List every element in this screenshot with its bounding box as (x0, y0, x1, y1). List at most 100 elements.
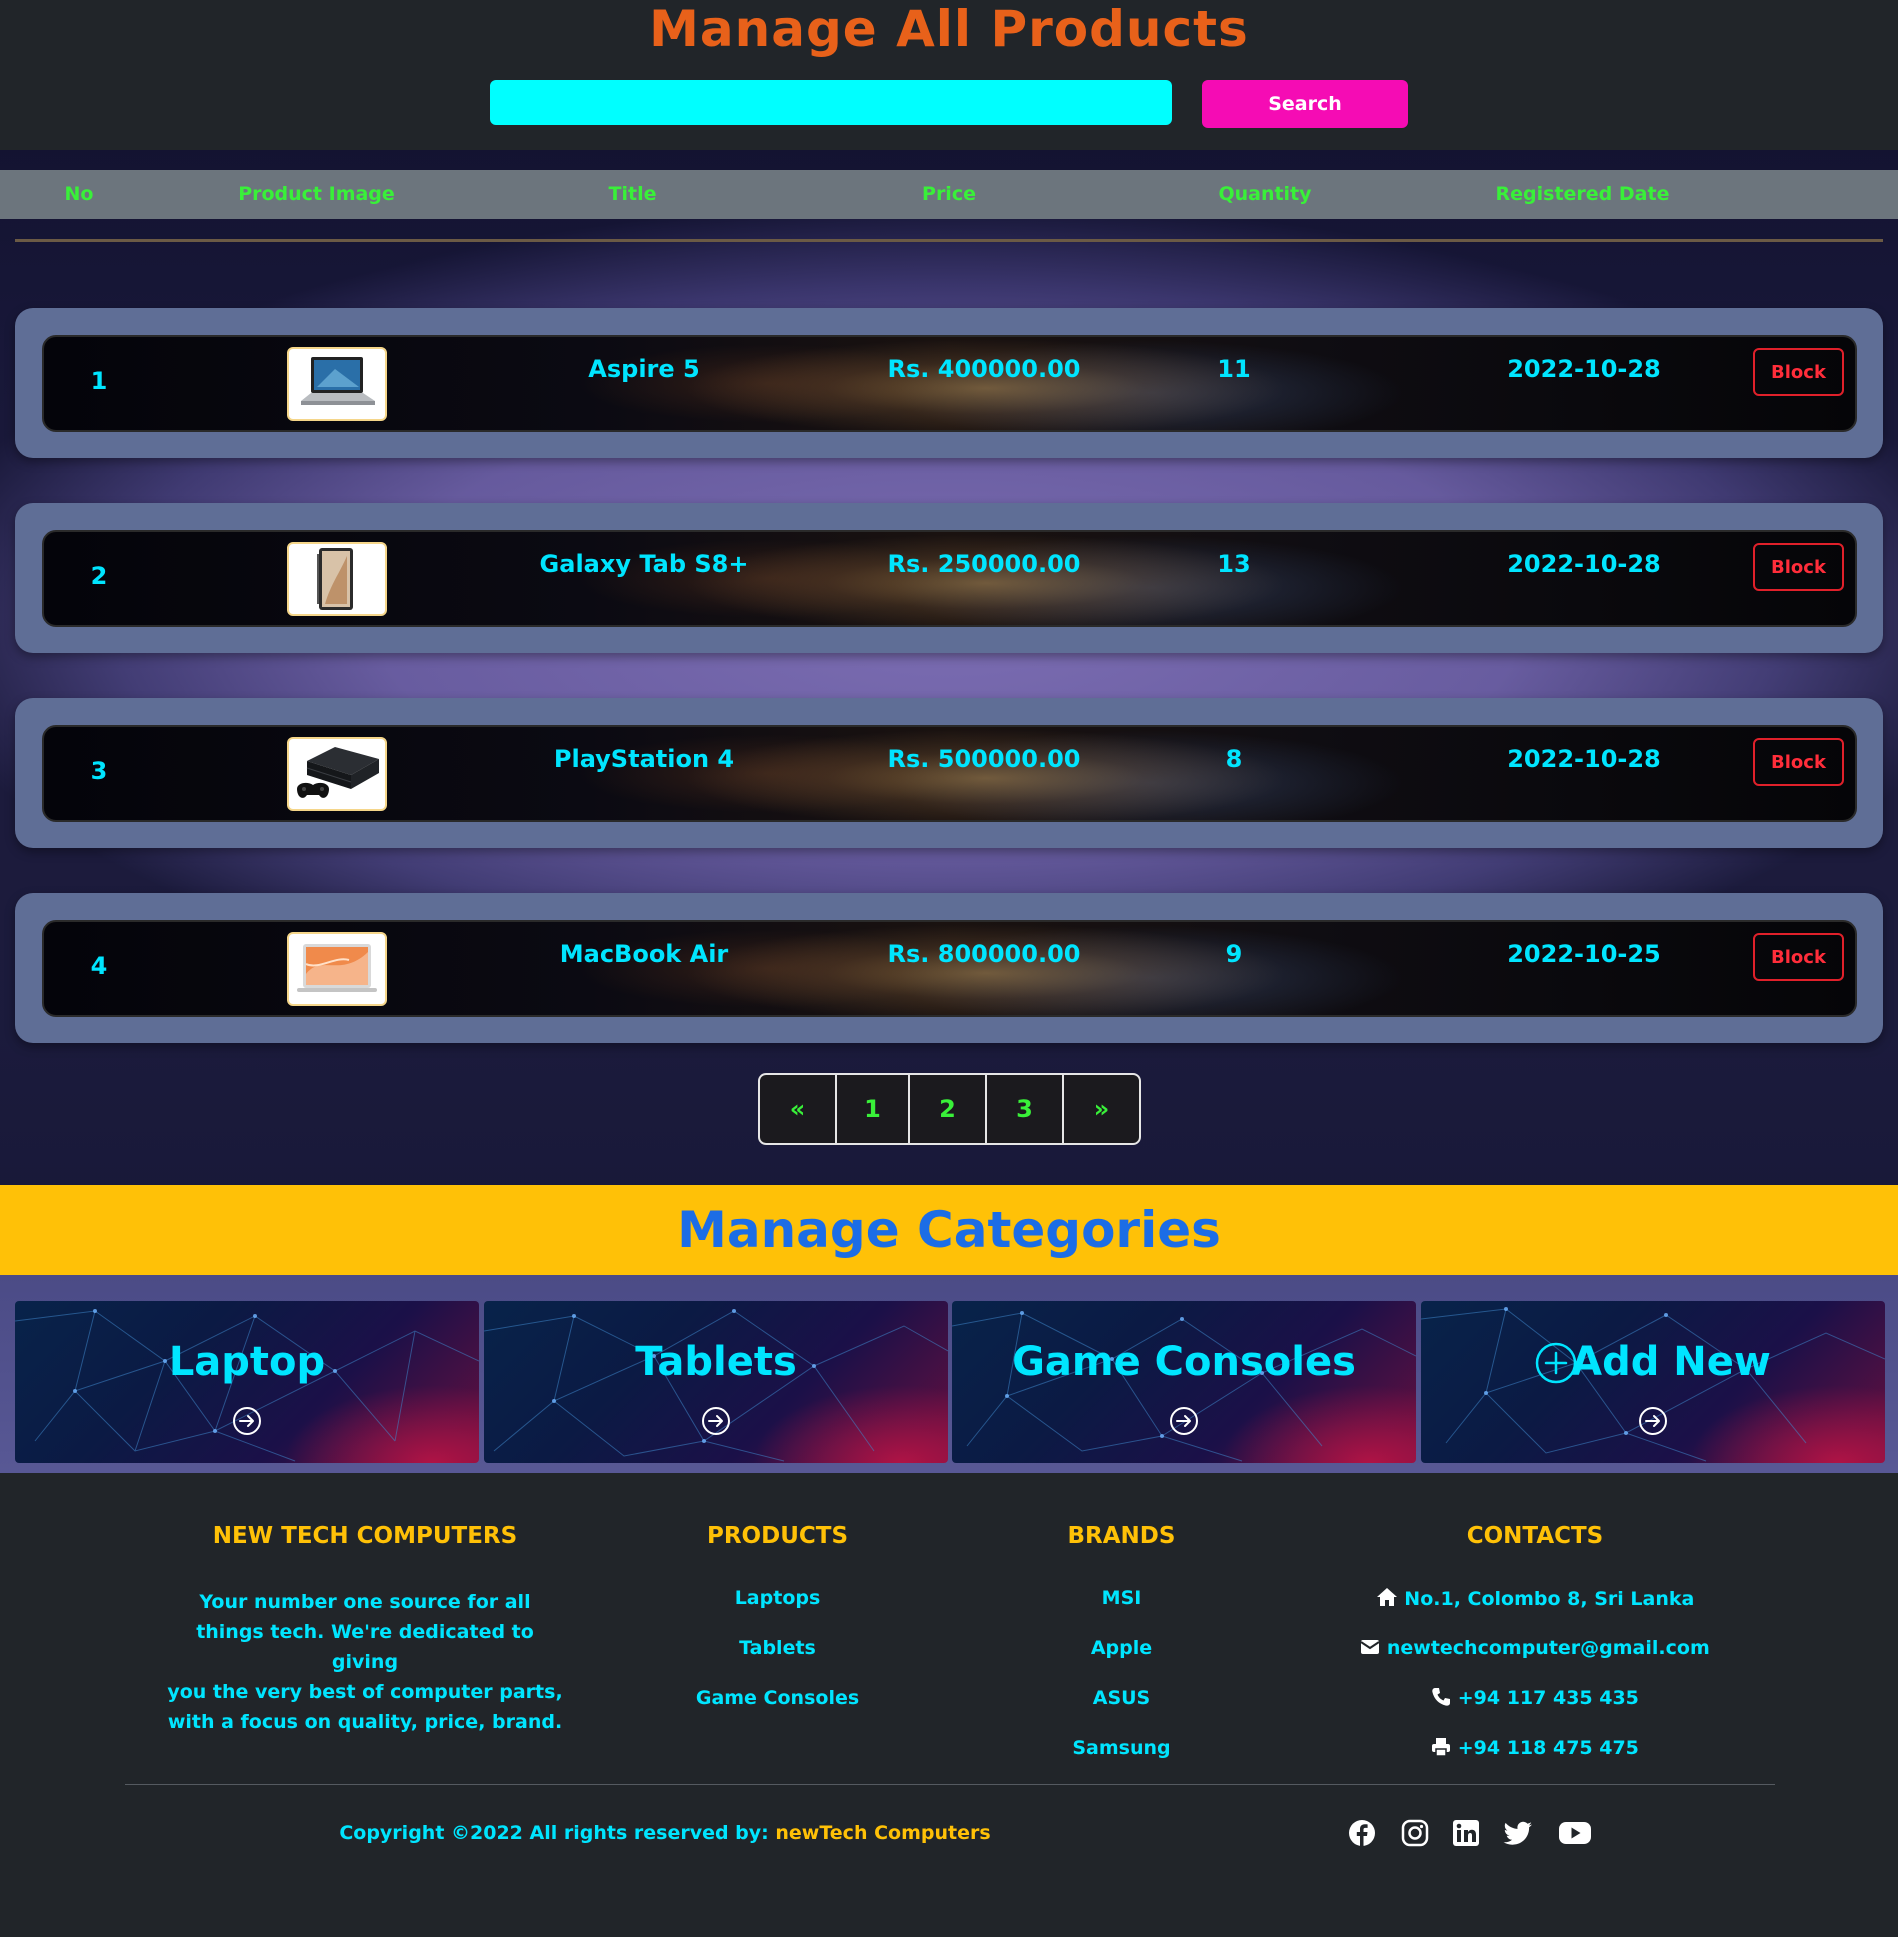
footer-link-msi[interactable]: MSI (1000, 1587, 1243, 1609)
registered-date: 2022-10-28 (1507, 550, 1661, 578)
copyright-text: Copyright ©2022 All rights reserved by: (339, 1822, 776, 1844)
facebook-icon[interactable] (1348, 1819, 1376, 1847)
footer-link-laptops[interactable]: Laptops (640, 1587, 915, 1609)
column-header-no: No (64, 183, 94, 205)
categories-title: Manage Categories (677, 1201, 1221, 1259)
description-line: you the very best of computer parts, (167, 1681, 563, 1703)
game-console-image (287, 737, 387, 811)
column-header-title: Title (608, 183, 657, 205)
product-quantity: 9 (1225, 940, 1243, 968)
block-button[interactable]: Block (1753, 738, 1844, 786)
header-divider (15, 239, 1883, 242)
page-link-1[interactable]: 1 (837, 1075, 910, 1143)
category-card-add-new[interactable]: Add New (1421, 1301, 1885, 1463)
copyright-brand[interactable]: newTech Computers (775, 1822, 990, 1844)
arrow-right-circle-icon (1170, 1407, 1198, 1435)
row-card: 2 Galaxy Tab S8+ Rs. 250000.00 13 2022-1… (42, 530, 1857, 627)
row-card: 1 Aspire 5 Rs. 400000.00 11 2022-10-28 B… (42, 335, 1857, 432)
printer-icon (1432, 1738, 1451, 1757)
contact-phone[interactable]: +94 117 435 435 (1335, 1687, 1735, 1709)
row-card: 4 MacBook Air Rs. 800000.00 9 2022-10-25… (42, 920, 1857, 1017)
row-card: 3 PlayStation 4 Rs. 500000.00 8 2022-10-… (42, 725, 1857, 822)
description-line: with a focus on quality, price, brand. (167, 1711, 563, 1733)
column-header-quantity: Quantity (1218, 183, 1312, 205)
footer-heading-brands: BRANDS (1067, 1523, 1176, 1549)
contact-phone-text: +94 117 435 435 (1457, 1687, 1639, 1709)
footer-link-asus[interactable]: ASUS (1000, 1687, 1243, 1709)
footer-link-game-consoles[interactable]: Game Consoles (640, 1687, 915, 1709)
block-button[interactable]: Block (1753, 348, 1844, 396)
footer-divider (125, 1784, 1775, 1785)
footer-heading-company: NEW TECH COMPUTERS (212, 1523, 518, 1549)
categories-banner: Manage Categories (0, 1185, 1898, 1275)
page-header: Manage All Products Search (0, 0, 1898, 150)
product-price: Rs. 400000.00 (887, 355, 1081, 383)
column-header-price: Price (922, 183, 976, 205)
footer-link-apple[interactable]: Apple (1000, 1637, 1243, 1659)
page-title: Manage All Products (649, 0, 1249, 58)
search-button[interactable]: Search (1202, 80, 1408, 128)
product-title: Aspire 5 (588, 355, 700, 383)
description-line: Your number one source for all (199, 1591, 531, 1613)
description-line: things tech. We're dedicated to giving (196, 1621, 534, 1673)
column-header-product-image: Product Image (238, 183, 395, 205)
table-row: 3 PlayStation 4 Rs. 500000.00 8 2022-10-… (15, 698, 1883, 848)
tablet-image (287, 542, 387, 616)
block-button[interactable]: Block (1753, 543, 1844, 591)
macbook-image (287, 932, 387, 1006)
product-price: Rs. 800000.00 (887, 940, 1081, 968)
footer-link-tablets[interactable]: Tablets (640, 1637, 915, 1659)
footer-company-description: Your number one source for all things te… (165, 1587, 565, 1737)
row-number: 2 (90, 562, 108, 590)
search-input[interactable] (490, 80, 1172, 125)
product-title: PlayStation 4 (553, 745, 735, 773)
registered-date: 2022-10-28 (1507, 745, 1661, 773)
category-card-game-consoles[interactable]: Game Consoles (952, 1301, 1416, 1463)
home-icon (1376, 1588, 1397, 1606)
category-label: Add New (1571, 1339, 1771, 1385)
registered-date: 2022-10-25 (1507, 940, 1661, 968)
arrow-right-circle-icon (233, 1407, 261, 1435)
contact-address-text: No.1, Colombo 8, Sri Lanka (1404, 1588, 1695, 1610)
page-link-2[interactable]: 2 (910, 1075, 987, 1143)
footer-heading-products: PRODUCTS (706, 1523, 849, 1549)
plus-circle-icon (1535, 1342, 1577, 1384)
footer-link-samsung[interactable]: Samsung (1000, 1737, 1243, 1759)
twitter-icon[interactable] (1503, 1819, 1533, 1847)
pagination: « 1 2 3 » (758, 1073, 1141, 1145)
contact-fax-text: +94 118 475 475 (1457, 1737, 1639, 1759)
table-row: 1 Aspire 5 Rs. 400000.00 11 2022-10-28 B… (15, 308, 1883, 458)
copyright: Copyright ©2022 All rights reserved by: … (310, 1822, 1020, 1844)
registered-date: 2022-10-28 (1507, 355, 1661, 383)
category-label: Laptop (168, 1339, 326, 1385)
category-card-tablets[interactable]: Tablets (484, 1301, 948, 1463)
youtube-icon[interactable] (1558, 1819, 1592, 1847)
contact-fax: +94 118 475 475 (1335, 1737, 1735, 1759)
product-quantity: 8 (1225, 745, 1243, 773)
category-label: Game Consoles (1012, 1339, 1356, 1385)
previous-page-link[interactable]: « (760, 1075, 837, 1143)
product-price: Rs. 250000.00 (887, 550, 1081, 578)
block-button[interactable]: Block (1753, 933, 1844, 981)
table-header: No Product Image Title Price Quantity Re… (0, 170, 1898, 219)
contact-email[interactable]: newtechcomputer@gmail.com (1335, 1637, 1735, 1659)
product-title: Galaxy Tab S8+ (539, 550, 749, 578)
page-link-3[interactable]: 3 (987, 1075, 1064, 1143)
next-page-link[interactable]: » (1064, 1075, 1139, 1143)
table-row: 2 Galaxy Tab S8+ Rs. 250000.00 13 2022-1… (15, 503, 1883, 653)
laptop-image (287, 347, 387, 421)
table-row: 4 MacBook Air Rs. 800000.00 9 2022-10-25… (15, 893, 1883, 1043)
column-header-registered-date: Registered Date (1495, 183, 1670, 205)
contact-address: No.1, Colombo 8, Sri Lanka (1335, 1587, 1735, 1610)
row-number: 1 (90, 367, 108, 395)
row-number: 3 (90, 757, 108, 785)
footer-heading-contacts: CONTACTS (1466, 1523, 1604, 1549)
row-number: 4 (90, 952, 108, 980)
linkedin-icon[interactable] (1452, 1819, 1480, 1847)
product-title: MacBook Air (559, 940, 729, 968)
product-price: Rs. 500000.00 (887, 745, 1081, 773)
phone-icon (1432, 1688, 1451, 1706)
instagram-icon[interactable] (1401, 1819, 1429, 1847)
category-card-laptop[interactable]: Laptop (15, 1301, 479, 1463)
arrow-right-circle-icon (702, 1407, 730, 1435)
